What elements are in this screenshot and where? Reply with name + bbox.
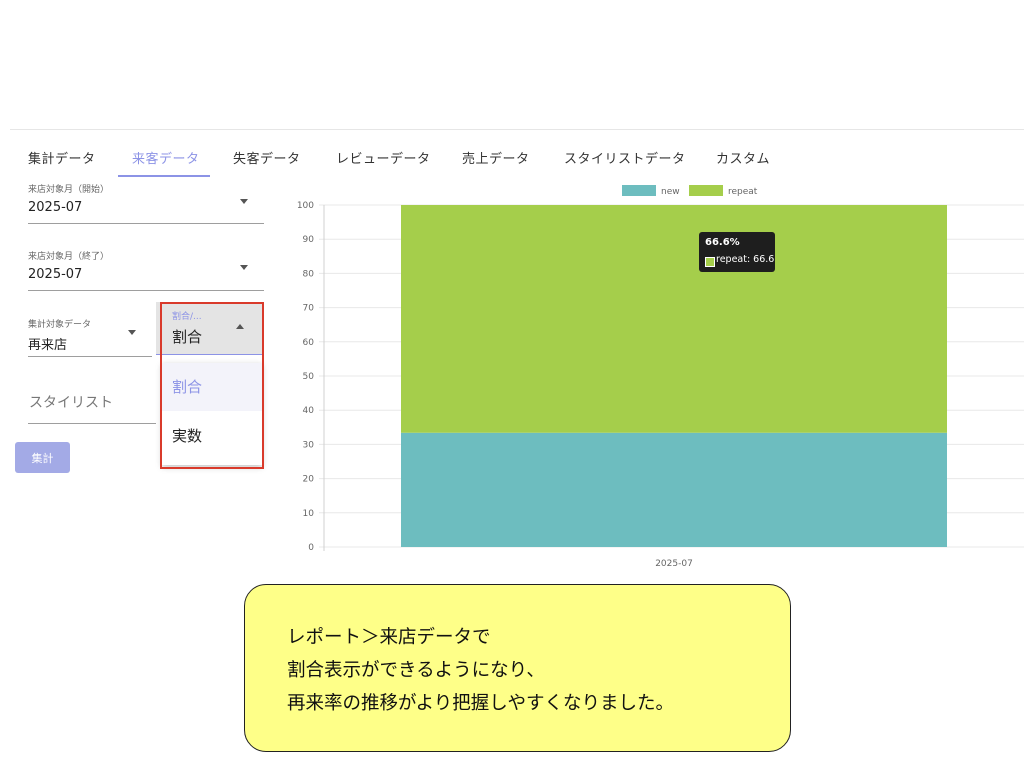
end-month-value: 2025-07 — [28, 267, 83, 282]
y-tick-label: 80 — [303, 269, 315, 279]
display-mode-select[interactable]: 割合/... 割合 — [156, 302, 262, 355]
bar-segment-repeat — [401, 205, 947, 433]
target-data-value: 再来店 — [28, 338, 68, 353]
field-underline — [28, 423, 156, 424]
bar-segment-new — [401, 432, 947, 547]
aggregate-button[interactable]: 集計 — [15, 442, 70, 473]
tab-custom[interactable]: カスタム — [716, 148, 770, 178]
tab-review-data[interactable]: レビューデータ — [336, 148, 431, 178]
end-month-select[interactable]: 来店対象月（終了） 2025-07 — [28, 249, 264, 291]
display-mode-menu: 割合 実数 — [162, 363, 262, 465]
y-tick-label: 40 — [303, 406, 315, 416]
end-month-label: 来店対象月（終了） — [28, 252, 110, 262]
y-tick-label: 30 — [303, 440, 315, 450]
callout-note: レポート＞来店データで 割合表示ができるようになり、 再来率の推移がより把握しや… — [244, 584, 791, 752]
legend-swatch-new — [622, 185, 656, 196]
y-tick-label: 70 — [303, 304, 315, 314]
start-month-value: 2025-07 — [28, 200, 83, 215]
option-actual-count[interactable]: 実数 — [162, 412, 262, 460]
tab-stylist-data[interactable]: スタイリストデータ — [564, 148, 686, 178]
tab-summary-data[interactable]: 集計データ — [28, 148, 96, 178]
start-month-select[interactable]: 来店対象月（開始） 2025-07 — [28, 182, 264, 224]
tab-visitor-data[interactable]: 来客データ — [132, 148, 200, 178]
display-mode-label: 割合/... — [172, 312, 202, 322]
field-underline — [28, 290, 264, 291]
field-underline — [28, 223, 264, 224]
start-month-label: 来店対象月（開始） — [28, 185, 110, 195]
tab-sales-data[interactable]: 売上データ — [462, 148, 530, 178]
y-tick-label: 0 — [308, 543, 314, 553]
option-actual-count-label: 実数 — [172, 427, 203, 445]
callout-line-3: 再来率の推移がより把握しやすくなりました。 — [287, 693, 675, 714]
y-tick-label: 50 — [303, 372, 315, 382]
active-tab-indicator — [118, 175, 210, 177]
chart-tooltip: 66.6% repeat: 66.6 — [699, 232, 775, 272]
stylist-placeholder: スタイリスト — [29, 395, 113, 411]
tooltip-title: 66.6% — [705, 237, 740, 248]
chevron-up-icon — [236, 324, 244, 329]
tab-bar: 集計データ 来客データ 失客データ レビューデータ 売上データ スタイリストデー… — [10, 130, 1024, 178]
legend-label-new: new — [661, 187, 680, 197]
x-tick-label: 2025-07 — [655, 559, 693, 569]
stacked-bar-chart: 0 10 20 30 40 50 60 70 80 90 100 2025-07 new repeat 6… — [280, 178, 1024, 578]
chart-canvas: 0 10 20 30 40 50 60 70 80 90 100 2025-07 new repeat — [297, 185, 1024, 569]
y-tick-label: 60 — [303, 338, 315, 348]
stylist-input[interactable]: スタイリスト — [28, 386, 156, 424]
display-mode-value: 割合 — [172, 328, 203, 346]
target-data-label: 集計対象データ — [28, 320, 92, 330]
chevron-down-icon — [240, 265, 248, 270]
tooltip-body: repeat: 66.6 — [716, 254, 775, 265]
tooltip-swatch — [705, 257, 715, 267]
legend-label-repeat: repeat — [728, 187, 758, 197]
field-underline — [28, 356, 152, 357]
tab-lost-customer-data[interactable]: 失客データ — [233, 148, 301, 178]
option-ratio-label: 割合 — [172, 378, 203, 396]
target-data-select[interactable]: 集計対象データ 再来店 — [28, 317, 152, 358]
legend-swatch-repeat — [689, 185, 723, 196]
callout-line-2: 割合表示ができるようになり、 — [287, 660, 545, 681]
chevron-down-icon — [240, 199, 248, 204]
chevron-down-icon — [128, 330, 136, 335]
option-ratio[interactable]: 割合 — [162, 363, 262, 411]
y-tick-label: 10 — [303, 509, 315, 519]
report-panel: 集計データ 来客データ 失客データ レビューデータ 売上データ スタイリストデー… — [10, 129, 1024, 580]
y-tick-label: 20 — [303, 475, 315, 485]
y-tick-label: 90 — [303, 235, 315, 245]
callout-line-1: レポート＞来店データで — [287, 627, 491, 648]
y-tick-label: 100 — [297, 201, 314, 211]
